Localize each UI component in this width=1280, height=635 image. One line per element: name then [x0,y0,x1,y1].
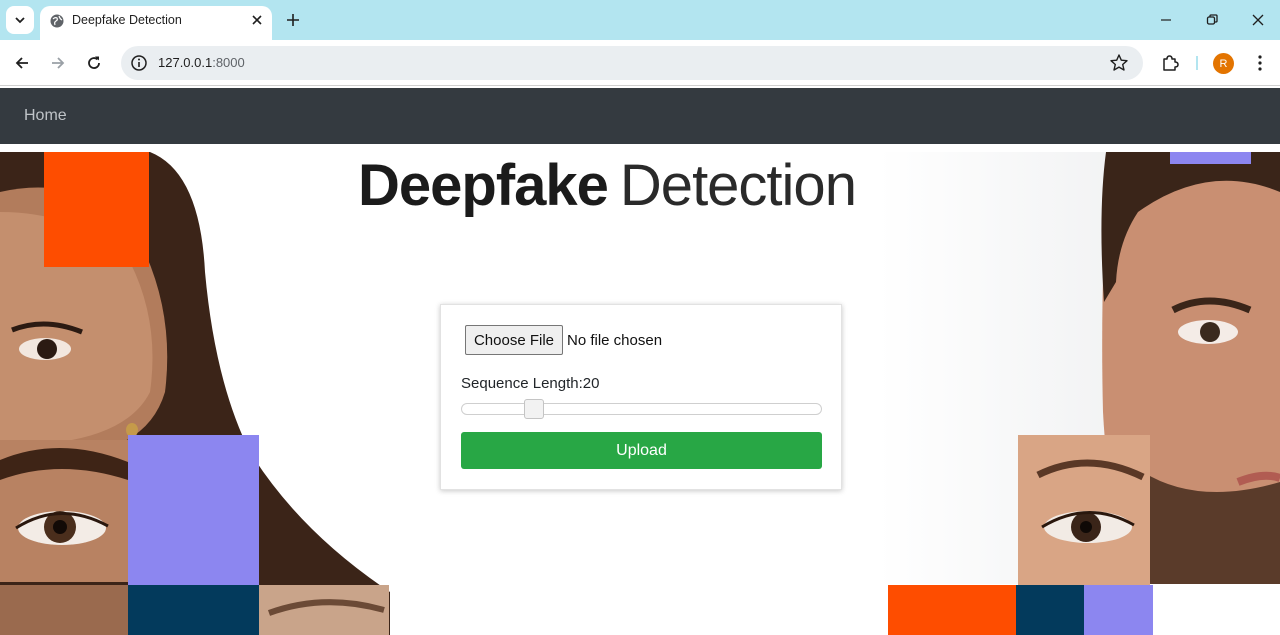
browser-menu-button[interactable] [1250,53,1270,73]
eye-tile-left [0,440,128,582]
forward-button[interactable] [46,51,70,75]
hero-title-bold: Deepfake [358,153,609,218]
hero-title: Deepfake Detection [358,153,857,218]
minimize-icon [1161,19,1171,21]
close-icon [252,15,262,25]
sequence-length-slider[interactable] [461,399,822,419]
chevron-down-icon [15,17,25,24]
url-port: :8000 [212,55,245,70]
arrow-left-icon [15,57,28,69]
browser-toolbar: 127.0.0.1:8000 [0,40,1280,86]
more-vertical-icon [1258,55,1262,71]
arrow-right-icon [52,57,65,69]
file-status-text: No file chosen [567,332,663,349]
nav-link-home[interactable]: Home [24,107,67,125]
tab-title: Deepfake Detection [72,13,182,27]
choose-file-button[interactable]: Choose File [465,325,563,355]
eye-tile-right [1018,435,1150,585]
browser-tab-bar: Deepfake Detection [0,0,1280,40]
close-icon [1252,14,1264,26]
upload-form-card: Choose File No file chosen Sequence Leng… [440,304,842,490]
info-icon[interactable] [130,54,148,72]
collage-block-purple-right [1084,585,1153,635]
reload-icon [88,56,100,69]
collage-block-orange [44,152,149,267]
slider-thumb[interactable] [523,399,544,419]
browser-tab[interactable]: Deepfake Detection [40,6,272,40]
sequence-length-label: Sequence Length:20 [461,375,599,392]
address-bar[interactable]: 127.0.0.1:8000 [121,46,1143,80]
toolbar-divider [1196,56,1198,70]
profile-avatar[interactable]: R [1213,53,1234,74]
sequence-length-value: 20 [582,375,600,392]
restore-icon [1206,14,1218,25]
hero-title-light: Detection [619,153,857,218]
collage-block-navy-left [128,585,259,635]
tab-search-button[interactable] [6,6,34,34]
site-navbar: Home [0,88,1280,144]
new-tab-button[interactable] [282,9,304,31]
tab-close-button[interactable] [248,11,266,29]
collage-block-purple-top-right [1170,152,1251,164]
reload-button[interactable] [82,51,106,75]
collage-block-navy-right [1016,585,1084,635]
collage-block-purple-left [128,435,259,585]
skin-tile-left [0,585,128,635]
upload-button[interactable]: Upload [461,432,822,469]
sequence-length-label-text: Sequence Length: [461,375,583,392]
restore-button[interactable] [1200,8,1224,32]
minimize-button[interactable] [1154,8,1178,32]
collage-block-orange-right [888,585,1016,635]
star-icon[interactable] [1109,53,1129,73]
extensions-button[interactable] [1158,51,1182,75]
puzzle-icon [1163,55,1179,71]
globe-icon [50,14,64,28]
plus-icon [287,14,299,26]
back-button[interactable] [10,51,34,75]
brow-tile-left [259,585,389,635]
url-text[interactable]: 127.0.0.1:8000 [158,55,245,70]
window-close-button[interactable] [1246,8,1270,32]
url-host: 127.0.0.1 [158,55,213,70]
